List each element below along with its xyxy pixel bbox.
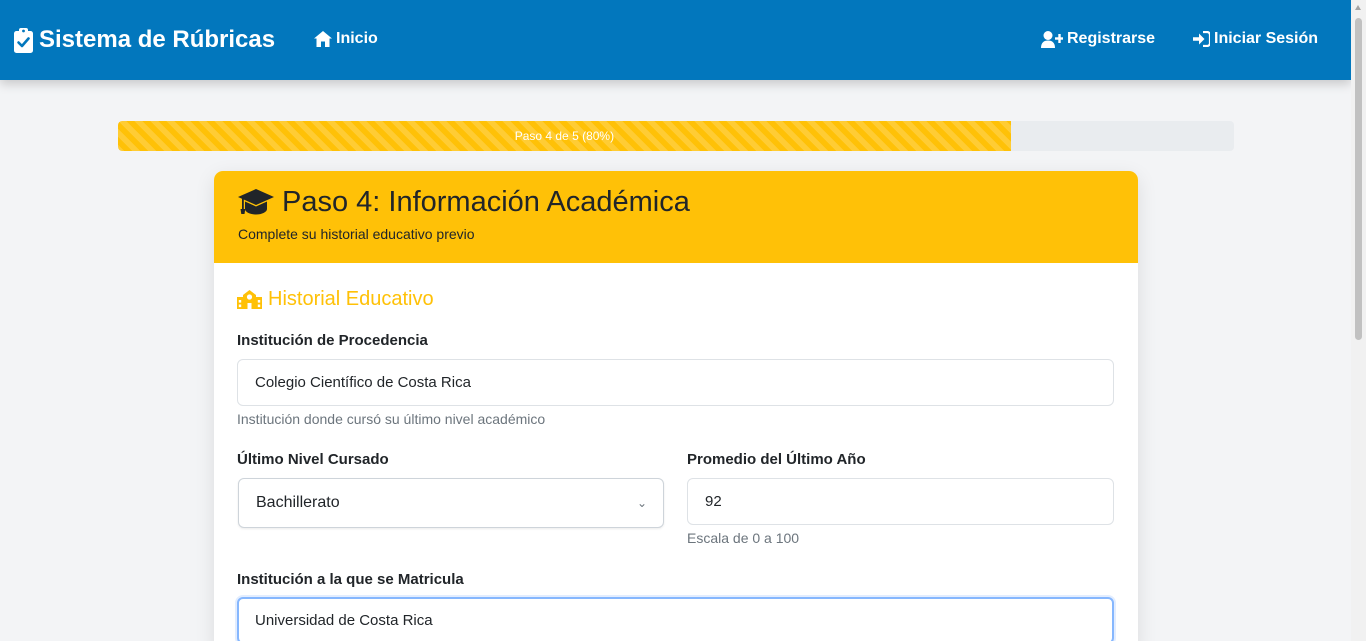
nav-login-label: Iniciar Sesión bbox=[1214, 30, 1319, 47]
scroll-up-arrow-icon[interactable] bbox=[1355, 5, 1361, 10]
nav-home-link[interactable]: Inicio bbox=[314, 30, 378, 48]
brand-label: Sistema de Rúbricas bbox=[39, 26, 276, 53]
step-progress: Paso 4 de 5 (80%) bbox=[118, 121, 1234, 151]
origin-institution-value: Colegio Científico de Costa Rica bbox=[255, 374, 471, 391]
step-progress-bar: Paso 4 de 5 (80%) bbox=[118, 121, 1011, 151]
origin-institution-help: Institución donde cursó su último nivel … bbox=[237, 411, 546, 427]
section-title-text: Historial Educativo bbox=[268, 288, 434, 310]
average-value: 92 bbox=[705, 493, 722, 510]
enroll-institution-value: Universidad de Costa Rica bbox=[255, 612, 433, 629]
last-level-value: Bachillerato bbox=[256, 494, 340, 511]
nav-register-link[interactable]: Registrarse bbox=[1041, 30, 1155, 48]
enroll-institution-input[interactable]: Universidad de Costa Rica bbox=[237, 597, 1114, 641]
clipboard-check-icon bbox=[14, 27, 33, 53]
chevron-down-icon: ⌄ bbox=[636, 496, 647, 510]
average-help: Escala de 0 a 100 bbox=[687, 530, 800, 546]
last-level-select[interactable]: Bachillerato ⌄ bbox=[238, 478, 664, 528]
nav-register-label: Registrarse bbox=[1067, 30, 1156, 47]
average-input[interactable]: 92 bbox=[687, 478, 1114, 525]
home-icon bbox=[314, 31, 332, 47]
user-plus-icon bbox=[1041, 30, 1063, 48]
card-title: Paso 4: Información Académica bbox=[238, 186, 1114, 219]
section-title: Historial Educativo bbox=[237, 288, 434, 311]
step-card: Paso 4: Información Académica Complete s… bbox=[214, 171, 1138, 641]
nav-login-link[interactable]: Iniciar Sesión bbox=[1193, 30, 1318, 48]
brand-link[interactable]: Sistema de Rúbricas bbox=[14, 26, 275, 54]
last-level-label: Último Nivel Cursado bbox=[237, 451, 389, 468]
average-label: Promedio del Último Año bbox=[687, 451, 866, 468]
graduation-cap-icon bbox=[238, 189, 274, 215]
nav-home-label: Inicio bbox=[336, 30, 378, 47]
card-header: Paso 4: Información Académica Complete s… bbox=[214, 171, 1138, 263]
sign-in-icon bbox=[1193, 31, 1210, 47]
navbar: Sistema de Rúbricas Inicio Registrarse I… bbox=[0, 0, 1351, 80]
scrollbar-thumb[interactable] bbox=[1355, 18, 1362, 340]
card-title-text: Paso 4: Información Académica bbox=[282, 186, 690, 218]
origin-institution-label: Institución de Procedencia bbox=[237, 332, 428, 349]
card-subtitle: Complete su historial educativo previo bbox=[238, 226, 475, 242]
step-progress-label: Paso 4 de 5 (80%) bbox=[514, 129, 615, 143]
enroll-institution-label: Institución a la que se Matricula bbox=[237, 571, 464, 588]
school-icon bbox=[237, 290, 262, 309]
page-scrollbar[interactable] bbox=[1351, 0, 1366, 641]
origin-institution-input[interactable]: Colegio Científico de Costa Rica bbox=[237, 359, 1114, 406]
